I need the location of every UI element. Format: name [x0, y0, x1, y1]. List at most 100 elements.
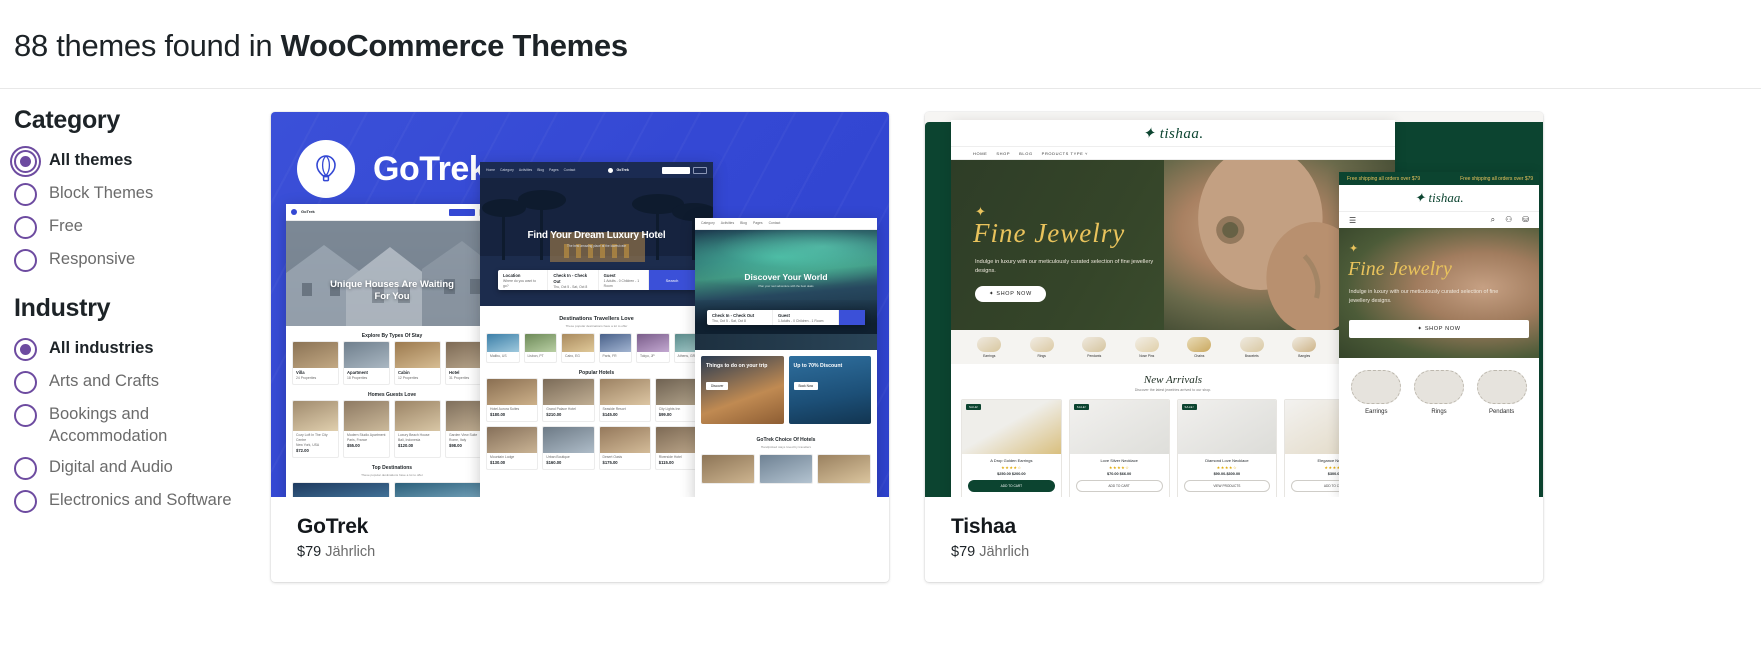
- promo-button[interactable]: Discover: [706, 382, 729, 390]
- nav-item-shop[interactable]: SHOP: [996, 151, 1010, 156]
- destination-thumb[interactable]: Lisbon, PT: [523, 333, 557, 363]
- cart-icon[interactable]: ⛁: [1522, 215, 1529, 225]
- search-field-dates[interactable]: Check In - Check Out Thu, Oct 5 - Sat, O…: [548, 270, 599, 290]
- hotel-search-bar[interactable]: Location Where do you want to go? Check …: [498, 270, 695, 290]
- stay-card[interactable]: Cabin 12 Properties: [394, 341, 441, 385]
- theme-title-tishaa: Tishaa: [951, 515, 1016, 538]
- home-card[interactable]: Luxury Beach House Bali, Indonesia $120.00: [394, 400, 441, 458]
- radio-icon-electronics-and-software[interactable]: [14, 490, 37, 513]
- category-nose-pins[interactable]: Nose Pins: [1134, 336, 1159, 358]
- radio-icon-all-industries[interactable]: [14, 338, 37, 361]
- home-card[interactable]: Cozy Loft In The City Centre New York, US…: [292, 400, 339, 458]
- theme-preview-tishaa[interactable]: ✦ tishaa. HOME SHOP BLOG PRODUCTS TYPE ˅: [925, 112, 1543, 497]
- filter-label-electronics-and-software: Electronics and Software: [49, 491, 232, 509]
- category-earrings[interactable]: Earrings: [1351, 370, 1402, 415]
- theme-browser-page: 88 themes found in WooCommerce Themes Ca…: [0, 0, 1761, 654]
- hotel-card[interactable]: Urban Boutique $160.00: [542, 426, 595, 470]
- radio-icon-responsive[interactable]: [14, 249, 37, 272]
- radio-icon-digital-and-audio[interactable]: [14, 457, 37, 480]
- category-pendants[interactable]: Pendants: [1476, 370, 1527, 415]
- filter-option-all-themes[interactable]: All themes: [14, 149, 264, 173]
- filter-option-all-industries[interactable]: All industries: [14, 337, 264, 361]
- category-label: Pendants: [1087, 353, 1102, 358]
- theme-results-grid: GoTrek GoTrek Unique Houses Are Waiting …: [271, 112, 1543, 582]
- filter-option-electronics-and-software[interactable]: Electronics and Software: [14, 489, 264, 513]
- destination-thumb[interactable]: Paris, FR: [598, 333, 632, 363]
- category-bracelets[interactable]: Bracelets: [1239, 336, 1264, 358]
- nav-item-blog[interactable]: BLOG: [1019, 151, 1033, 156]
- radio-icon-all-themes[interactable]: [14, 150, 37, 173]
- shop-now-button[interactable]: ✦ SHOP NOW: [975, 286, 1046, 302]
- home-card[interactable]: Modern Studio Apartment Paris, France $55.…: [343, 400, 390, 458]
- filter-option-digital-and-audio[interactable]: Digital and Audio: [14, 456, 264, 480]
- view-products-button[interactable]: VIEW PRODUCTS: [1183, 480, 1271, 492]
- hotel-card[interactable]: [701, 454, 755, 484]
- search-field-guests[interactable]: Guest 1 Adults - 0 Children - 1 Room: [773, 310, 839, 325]
- hotel-card[interactable]: [759, 454, 813, 484]
- hotel-card[interactable]: Grand Palace Hotel $210.00: [542, 378, 595, 422]
- nav-item-home[interactable]: HOME: [973, 151, 987, 156]
- category-pendants[interactable]: Pendants: [1082, 336, 1107, 358]
- login-button[interactable]: [692, 166, 707, 174]
- search-field-value: Where do you want to go?: [503, 279, 536, 288]
- filter-option-bookings-and-accommodation[interactable]: Bookings and Accommodation: [14, 403, 264, 447]
- filter-option-block-themes[interactable]: Block Themes: [14, 182, 264, 206]
- product-card[interactable]: SALE! Diamond Love Necklace ★★★★☆ $90.00…: [1176, 399, 1278, 497]
- product-card[interactable]: SALE! Love Silver Necklace ★★★★☆ $70.00 …: [1068, 399, 1170, 497]
- theme-card-gotrek[interactable]: GoTrek GoTrek Unique Houses Are Waiting …: [271, 112, 889, 582]
- filter-option-responsive[interactable]: Responsive: [14, 248, 264, 272]
- nav-item-products-type[interactable]: PRODUCTS TYPE ˅: [1042, 151, 1088, 156]
- hotel-search-bar[interactable]: Check In - Check Out Thu, Oct 5 - Sat, O…: [707, 310, 865, 325]
- destination-card[interactable]: [292, 482, 390, 497]
- radio-icon-block-themes[interactable]: [14, 183, 37, 206]
- search-icon[interactable]: ⌕: [1491, 215, 1495, 225]
- promo-button[interactable]: Book Now: [793, 382, 819, 390]
- category-rings[interactable]: Rings: [1029, 336, 1054, 358]
- become-agent-button[interactable]: [661, 166, 690, 174]
- category-label: Nose Pins: [1139, 353, 1155, 358]
- promo-card-discount[interactable]: Up to 70% Discount Book Now: [788, 356, 871, 424]
- search-submit-button[interactable]: [839, 310, 865, 325]
- product-grid: SALE! A Drop Golden Earrings ★★★★☆ $250.…: [951, 399, 1395, 497]
- filter-option-free[interactable]: Free: [14, 215, 264, 239]
- destination-thumb[interactable]: Cairo, EG: [561, 333, 595, 363]
- category-bangles[interactable]: Bangles: [1292, 336, 1317, 358]
- theme-card-tishaa[interactable]: ✦ tishaa. HOME SHOP BLOG PRODUCTS TYPE ˅: [925, 112, 1543, 582]
- radio-icon-arts-and-crafts[interactable]: [14, 371, 37, 394]
- product-card[interactable]: SALE! A Drop Golden Earrings ★★★★☆ $250.…: [961, 399, 1062, 497]
- category-earrings[interactable]: Earrings: [977, 336, 1002, 358]
- menu-icon[interactable]: ☰: [1349, 216, 1356, 225]
- category-label: Chains: [1194, 353, 1205, 358]
- tishaa-screenshot-mobile: Free shipping all orders over $79 Free s…: [1339, 172, 1539, 497]
- section-title-destinations: Destinations Travellers Love: [559, 316, 634, 322]
- hotel-card[interactable]: Desert Oasis $175.00: [598, 426, 651, 470]
- cta-button[interactable]: [449, 208, 475, 216]
- search-field-location[interactable]: Location Where do you want to go?: [498, 270, 549, 290]
- theme-preview-gotrek[interactable]: GoTrek GoTrek Unique Houses Are Waiting …: [271, 112, 889, 497]
- search-submit-button[interactable]: Search: [648, 270, 695, 290]
- add-to-cart-button[interactable]: ADD TO CART: [968, 480, 1055, 492]
- hotel-card[interactable]: [817, 454, 871, 484]
- filter-option-arts-and-crafts[interactable]: Arts and Crafts: [14, 370, 264, 394]
- destination-thumb[interactable]: Tokyo, JP: [636, 333, 670, 363]
- radio-icon-bookings-and-accommodation[interactable]: [14, 404, 37, 427]
- hero-houses: Unique Houses Are Waiting For You: [286, 221, 498, 326]
- promo-card-things-to-do[interactable]: Things to do on your trip Discover: [701, 356, 784, 424]
- category-chains[interactable]: Chains: [1187, 336, 1212, 358]
- stay-card[interactable]: Villa 24 Properties: [292, 341, 339, 385]
- add-to-cart-button[interactable]: ADD TO CART: [1075, 480, 1163, 492]
- hotel-card[interactable]: Seaside Resort $145.00: [598, 378, 651, 422]
- bracelets-thumb-icon: [1239, 336, 1264, 352]
- search-field-guests[interactable]: Guest 1 Adults - 0 Children - 1 Room: [599, 270, 649, 290]
- stay-card[interactable]: Apartment 18 Properties: [343, 341, 390, 385]
- popular-hotel-row: Mountain Lodge $130.00 Urban Boutique $160…: [480, 426, 713, 470]
- destination-thumb[interactable]: Malibu, US: [486, 333, 520, 363]
- hotel-card[interactable]: Hotel Aurora Suites $180.00: [486, 378, 539, 422]
- hotel-card[interactable]: Mountain Lodge $130.00: [486, 426, 539, 470]
- radio-icon-free[interactable]: [14, 216, 37, 239]
- category-rings[interactable]: Rings: [1413, 370, 1464, 415]
- destination-card[interactable]: [394, 482, 492, 497]
- search-field-dates[interactable]: Check In - Check Out Thu, Oct 5 - Sat, O…: [707, 310, 773, 325]
- shop-now-button[interactable]: ✦ SHOP NOW: [1349, 320, 1529, 338]
- account-icon[interactable]: ⚇: [1505, 215, 1512, 225]
